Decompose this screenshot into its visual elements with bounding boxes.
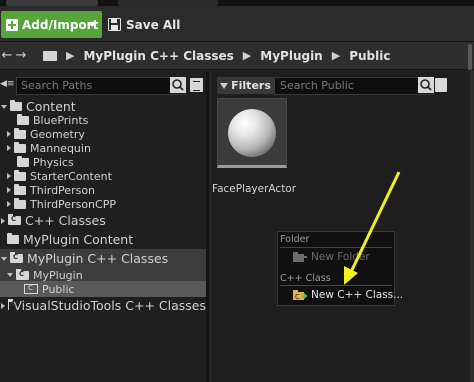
folder-icon [14, 197, 26, 209]
expand-arrow-icon[interactable] [1, 104, 7, 109]
folder-icon [10, 100, 22, 111]
tree-item-label: MyPlugin Content [23, 232, 134, 247]
folder-icon [14, 141, 26, 153]
tree-item-label: C++ Classes [25, 213, 106, 228]
tree-item-label: VisualStudioTools C++ Classes [13, 298, 206, 313]
save-all-label: Save All [126, 17, 181, 32]
breadcrumb-myplugin-cpp-classes[interactable]: MyPlugin C++ Classes [83, 49, 233, 63]
collapse-sources-icon[interactable]: ◀≡ [0, 79, 14, 93]
tree-item-label: StarterContent [30, 169, 112, 183]
save-all-button[interactable]: Save All [108, 11, 180, 38]
menu-divider [280, 247, 392, 248]
add-import-button[interactable]: Add/Import [1, 11, 102, 38]
folder-icon [17, 113, 29, 125]
tree-item-label: Mannequin [30, 141, 91, 155]
folder-icon [14, 169, 26, 181]
collapsed-arrow-icon[interactable] [7, 201, 11, 207]
new-folder-icon [293, 251, 307, 263]
path-separator[interactable]: ▶ [243, 49, 251, 62]
menu-section-cpp: C++ Class [280, 273, 331, 284]
breadcrumb-myplugin[interactable]: MyPlugin [260, 49, 322, 63]
tree-item-myplugin-cpp-classes[interactable]: MyPlugin C++ Classes [0, 249, 206, 268]
new-folder-menu-item[interactable]: New Folder [280, 249, 392, 265]
path-separator[interactable]: ▶ [332, 49, 340, 62]
collapsed-arrow-icon[interactable] [7, 131, 11, 137]
sources-search-row: ◀≡ Search Paths [0, 75, 209, 97]
tree-item-public[interactable]: Public [0, 281, 206, 297]
cpp-folder-icon [8, 214, 21, 225]
tree-item-label: MyPlugin [33, 268, 83, 282]
collapsed-arrow-icon[interactable] [7, 173, 11, 179]
save-icon [108, 18, 121, 31]
tree-item-label: MyPlugin C++ Classes [27, 251, 169, 266]
new-cpp-class-label: New C++ Class... [311, 289, 404, 301]
cpp-folder-icon [8, 299, 19, 310]
pathbar-scroll-handle[interactable] [468, 44, 472, 70]
filters-label: Filters [231, 79, 271, 92]
new-folder-label: New Folder [311, 251, 370, 263]
path-bar: ← → ▶ MyPlugin C++ Classes ▶ MyPlugin ▶ … [0, 42, 474, 70]
context-menu: Folder New Folder C++ Class C New C++ Cl… [277, 231, 403, 306]
tree-item-visualstudiotools[interactable]: VisualStudioTools C++ Classes [0, 296, 206, 315]
tree-item-label: Geometry [30, 127, 85, 141]
new-cpp-class-menu-item[interactable]: C New C++ Class... [280, 287, 403, 303]
expand-arrow-icon[interactable] [7, 273, 13, 277]
collapsed-arrow-icon[interactable] [7, 187, 11, 193]
tree-item-label: ThirdPersonCPP [30, 197, 116, 211]
svg-text:C: C [295, 293, 300, 301]
chevron-down-icon [88, 22, 96, 27]
menu-section-folder: Folder [280, 234, 310, 245]
new-cpp-class-icon: C [293, 289, 307, 301]
filters-button[interactable]: Filters [217, 77, 274, 94]
save-search-icon[interactable] [435, 78, 447, 92]
back-arrow-icon[interactable]: ← [0, 46, 14, 66]
tree-item-label: BluePrints [33, 113, 89, 127]
collapsed-arrow-icon[interactable] [1, 302, 5, 309]
toolbar: Add/Import Save All [0, 6, 474, 42]
sources-panel: ◀≡ Search Paths Content BluePrints Geome… [0, 71, 209, 382]
search-assets-input[interactable]: Search Public [274, 77, 434, 95]
tree-item-cpp-classes[interactable]: C++ Classes [0, 211, 206, 230]
folder-icon [17, 155, 29, 167]
folder-icon[interactable] [43, 50, 57, 61]
tree-item-label: Physics [33, 155, 74, 169]
search-paths-input[interactable]: Search Paths [16, 77, 186, 95]
path-separator[interactable]: ▶ [66, 49, 74, 62]
forward-arrow-icon[interactable]: → [14, 46, 28, 66]
asset-view: Filters Search Public FacePlayerActor [212, 71, 474, 382]
folder-icon [7, 233, 19, 244]
tree-item-label: ThirdPerson [30, 183, 96, 197]
content-browser-window: Add/Import Save All ← → ▶ MyPlugin C++ C… [0, 0, 474, 382]
add-icon [5, 18, 19, 32]
sphere-thumbnail-icon [228, 109, 276, 157]
collapsed-arrow-icon[interactable] [1, 217, 5, 224]
menu-divider [280, 285, 392, 286]
filter-icon [220, 82, 229, 89]
cpp-folder-icon [24, 284, 38, 294]
search-icon[interactable] [170, 77, 186, 93]
asset-name: FacePlayerActor [212, 183, 297, 195]
tree-item-label: Public [42, 282, 75, 296]
add-import-label: Add/Import [22, 17, 99, 32]
folder-icon [14, 183, 26, 195]
tree-item-myplugin-content[interactable]: MyPlugin Content [0, 230, 206, 249]
breadcrumb-public[interactable]: Public [349, 49, 390, 63]
expand-arrow-icon[interactable] [1, 256, 7, 261]
cpp-folder-icon [10, 252, 23, 263]
asset-view-scrollbar[interactable] [470, 71, 474, 382]
collapsed-arrow-icon[interactable] [7, 145, 11, 151]
sources-settings-icon[interactable] [190, 78, 203, 92]
search-icon[interactable] [418, 77, 434, 93]
tree-item-thirdpersoncpp[interactable]: ThirdPersonCPP [0, 196, 206, 212]
cpp-folder-icon [16, 268, 29, 280]
folder-icon [14, 127, 26, 139]
asset-tile-faceplayeractor[interactable] [217, 98, 287, 168]
